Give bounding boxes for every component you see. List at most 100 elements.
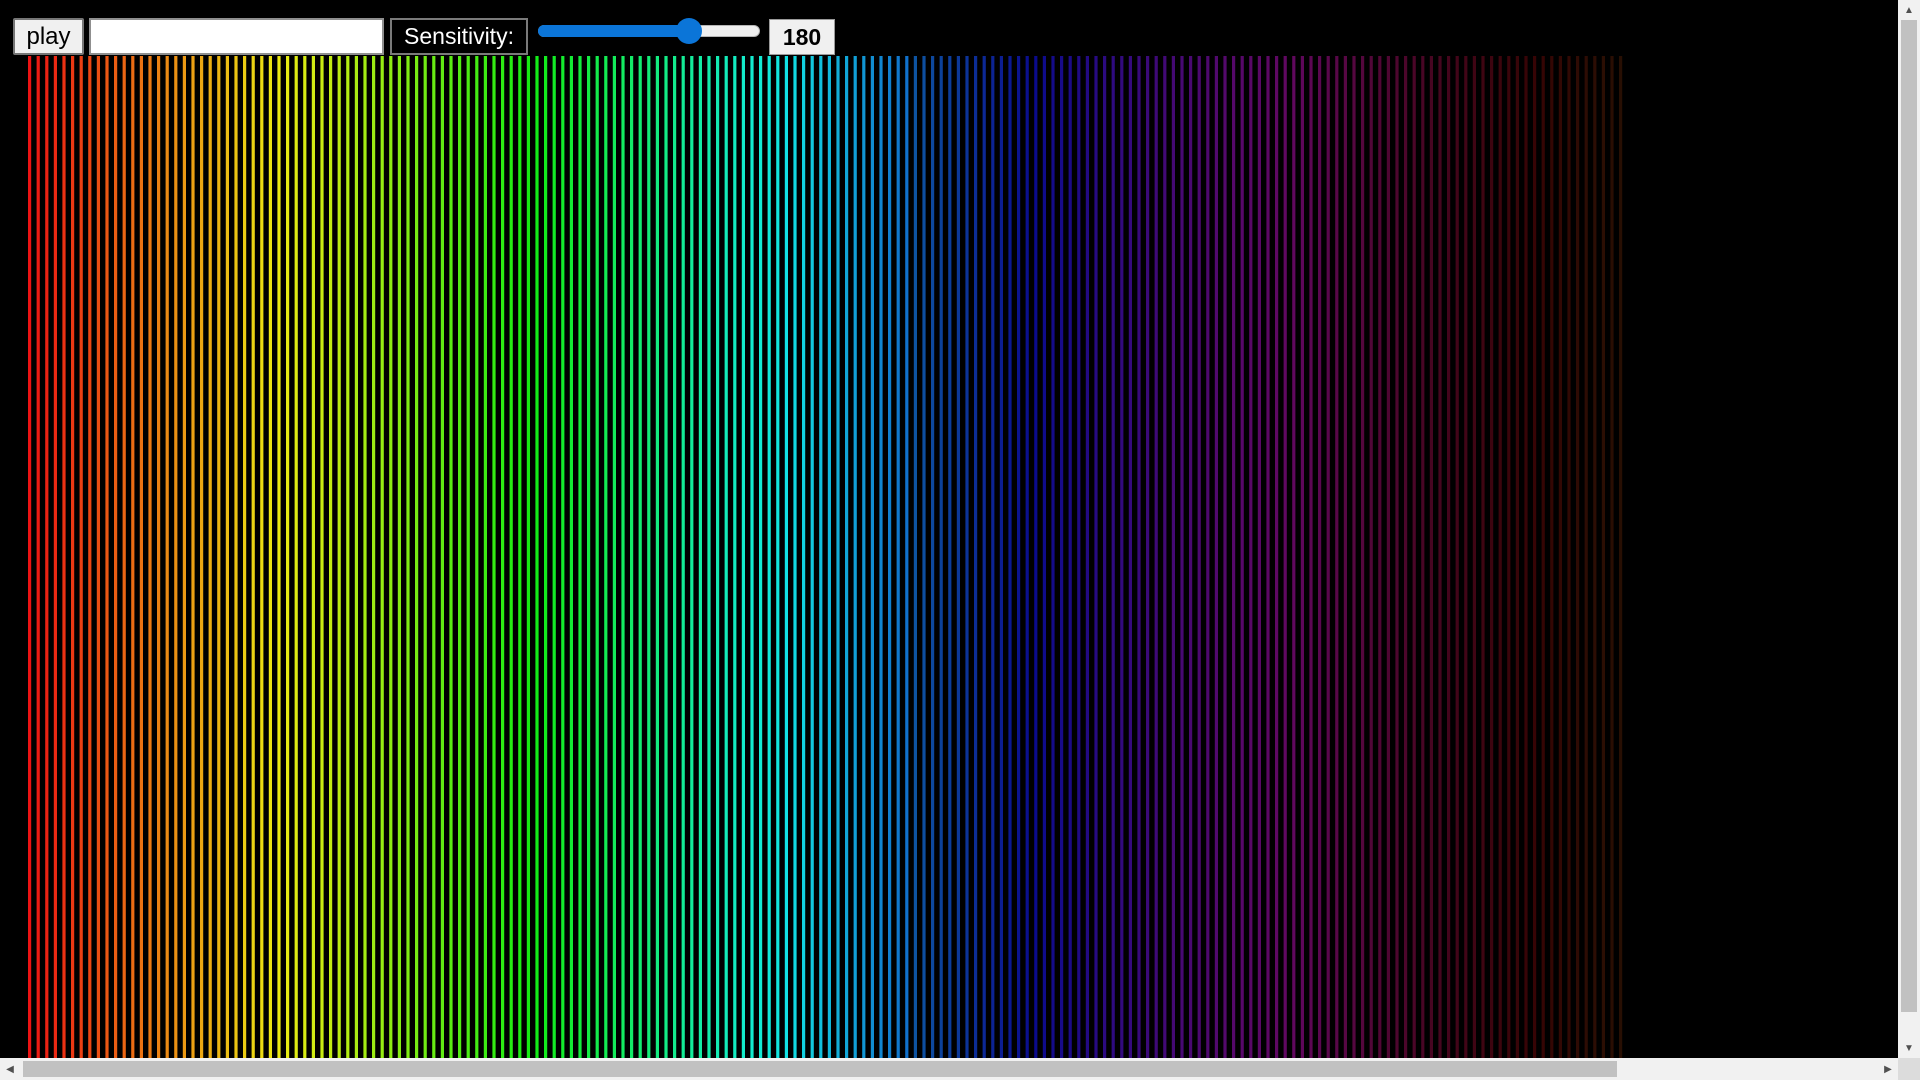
spectrum-bar: [1395, 56, 1399, 1058]
arrow-up-icon[interactable]: ▲: [1898, 0, 1920, 20]
spectrum-bar: [182, 56, 186, 1058]
spectrum-bar: [1421, 56, 1425, 1058]
spectrum-bar: [1404, 56, 1408, 1058]
toolbar: play Sensitivity: 180: [0, 0, 1898, 56]
spectrum-bar: [397, 56, 401, 1058]
sensitivity-slider[interactable]: [538, 18, 760, 44]
spectrum-bar: [1163, 56, 1167, 1058]
spectrum-bar: [286, 56, 290, 1058]
spectrum-bar: [329, 56, 333, 1058]
spectrum-bar: [836, 56, 840, 1058]
spectrum-bar: [96, 56, 100, 1058]
spectrum-bar: [595, 56, 599, 1058]
spectrum-bar: [922, 56, 926, 1058]
spectrum-bar: [268, 56, 272, 1058]
spectrum-bar: [1017, 56, 1021, 1058]
spectrum-bar: [1103, 56, 1107, 1058]
spectrum-bar: [1128, 56, 1132, 1058]
spectrum-bar: [561, 56, 565, 1058]
spectrum-bar: [148, 56, 152, 1058]
spectrum-bar: [88, 56, 92, 1058]
spectrum-bar: [664, 56, 668, 1058]
spectrum-bar: [243, 56, 247, 1058]
spectrum-bar: [879, 56, 883, 1058]
spectrum-bar: [53, 56, 57, 1058]
spectrum-bar: [690, 56, 694, 1058]
spectrum-bar: [1292, 56, 1296, 1058]
spectrum-bar: [1146, 56, 1150, 1058]
spectrum-bar: [1335, 56, 1339, 1058]
spectrum-bar: [776, 56, 780, 1058]
spectrum-bar: [79, 56, 83, 1058]
spectrum-bar: [750, 56, 754, 1058]
spectrum-bar: [122, 56, 126, 1058]
spectrum-bar: [1309, 56, 1313, 1058]
spectrum-bar: [354, 56, 358, 1058]
spectrum-bar: [1025, 56, 1029, 1058]
spectrum-bar: [1008, 56, 1012, 1058]
spectrum-bar: [217, 56, 221, 1058]
spectrum-bar: [1120, 56, 1124, 1058]
arrow-down-icon[interactable]: ▼: [1898, 1038, 1920, 1058]
arrow-right-icon[interactable]: ▶: [1878, 1058, 1898, 1080]
spectrum-bar: [1326, 56, 1330, 1058]
spectrum-bar: [131, 56, 135, 1058]
spectrum-bar: [380, 56, 384, 1058]
spectrum-bar: [1240, 56, 1244, 1058]
spectrum-bar: [1464, 56, 1468, 1058]
spectrum-bar: [415, 56, 419, 1058]
spectrum-bar: [587, 56, 591, 1058]
spectrum-bar: [251, 56, 255, 1058]
spectrum-bar: [1085, 56, 1089, 1058]
spectrum-bar: [1515, 56, 1519, 1058]
spectrum-bar: [698, 56, 702, 1058]
spectrum-bar: [1361, 56, 1365, 1058]
spectrum-bar: [1111, 56, 1115, 1058]
spectrum-bar: [1051, 56, 1055, 1058]
horizontal-scroll-thumb[interactable]: [23, 1061, 1617, 1077]
vertical-scrollbar[interactable]: ▲ ▼: [1898, 0, 1920, 1058]
spectrum-bar: [1249, 56, 1253, 1058]
spectrum-bar: [870, 56, 874, 1058]
spectrum-bar: [965, 56, 969, 1058]
spectrum-bar: [1094, 56, 1098, 1058]
spectrum-bar: [845, 56, 849, 1058]
sensitivity-value: 180: [769, 19, 835, 55]
spectrum-bar: [501, 56, 505, 1058]
spectrum-bar: [1318, 56, 1322, 1058]
sensitivity-label: Sensitivity:: [390, 18, 528, 55]
play-button[interactable]: play: [13, 18, 84, 55]
spectrum-bar: [888, 56, 892, 1058]
spectrum-bar: [277, 56, 281, 1058]
spectrum-bar: [28, 56, 32, 1058]
spectrum-bar: [1576, 56, 1580, 1058]
spectrum-bar: [1257, 56, 1261, 1058]
spectrum-bar: [208, 56, 212, 1058]
spectrum-bar: [1275, 56, 1279, 1058]
spectrum-bar: [1214, 56, 1218, 1058]
spectrum-bar: [1567, 56, 1571, 1058]
spectrum-bar: [1352, 56, 1356, 1058]
spectrum-bar: [71, 56, 75, 1058]
spectrum-bar: [1610, 56, 1614, 1058]
spectrum-bar: [363, 56, 367, 1058]
spectrum-bar: [483, 56, 487, 1058]
spectrum-bar: [612, 56, 616, 1058]
spectrum-bar: [1429, 56, 1433, 1058]
spectrum-bar: [225, 56, 229, 1058]
arrow-left-icon[interactable]: ◀: [0, 1058, 20, 1080]
spectrum-bar: [346, 56, 350, 1058]
slider-thumb[interactable]: [675, 18, 702, 44]
spectrum-bar: [1189, 56, 1193, 1058]
spectrum-bar: [716, 56, 720, 1058]
spectrum-bar: [1223, 56, 1227, 1058]
spectrum-bar: [673, 56, 677, 1058]
text-input[interactable]: [89, 18, 384, 55]
spectrum-bar: [518, 56, 522, 1058]
vertical-scroll-thumb[interactable]: [1901, 20, 1917, 1012]
spectrum-bar: [733, 56, 737, 1058]
horizontal-scrollbar[interactable]: ◀ ▶: [0, 1058, 1898, 1080]
spectrum-bar: [991, 56, 995, 1058]
spectrum-bar: [260, 56, 264, 1058]
spectrum-bar: [853, 56, 857, 1058]
